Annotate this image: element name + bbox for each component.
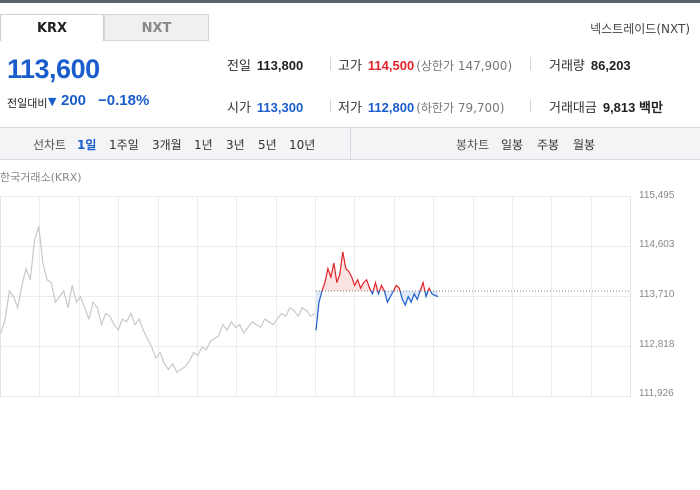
period-1y[interactable]: 1년: [194, 136, 213, 153]
stat-label: 거래량: [549, 59, 585, 74]
period-1d[interactable]: 1일: [77, 136, 96, 153]
change-value: 200: [61, 92, 87, 109]
y-tick-label: 113,710: [639, 289, 675, 300]
stat-amount: 거래대금 9,813 백만: [549, 97, 663, 116]
tab-krx[interactable]: KRX: [0, 14, 104, 41]
stat-value: 113,300: [256, 100, 304, 115]
line-chart-label: 선차트: [33, 138, 67, 152]
divider: [530, 99, 531, 112]
toolbar-divider: [350, 128, 351, 159]
stat-value: 113,800: [256, 58, 304, 73]
period-5y[interactable]: 5년: [258, 136, 277, 153]
stat-label: 고가: [338, 59, 362, 74]
divider: [330, 99, 331, 112]
stat-label: 시가: [227, 101, 251, 116]
current-price: 113,600: [7, 54, 100, 84]
stat-low: 저가 112,800 (하한가 79,700): [338, 97, 505, 116]
stat-prev-close: 전일 113,800: [227, 55, 303, 74]
stat-volume: 거래량 86,203: [549, 55, 631, 74]
stat-value: 114,500: [367, 58, 415, 73]
upper-limit: (상한가 147,900): [416, 59, 513, 73]
lower-limit: (하한가 79,700): [416, 101, 505, 115]
price-chart: [0, 196, 631, 397]
stat-value: 112,800: [367, 100, 415, 115]
stat-value: 9,813 백만: [602, 100, 663, 115]
candle-chart-label: 봉차트: [456, 138, 490, 152]
stat-label: 전일: [227, 59, 251, 74]
candle-monthly[interactable]: 월봉: [573, 136, 595, 153]
divider: [330, 57, 331, 70]
y-tick-label: 114,603: [639, 239, 675, 250]
period-3m[interactable]: 3개월: [152, 136, 182, 153]
stat-high: 고가 114,500 (상한가 147,900): [338, 55, 512, 74]
period-1w[interactable]: 1주일: [109, 136, 139, 153]
chart-toolbar: 선차트 1일 1주일 3개월 1년 3년 5년 10년 봉차트 일봉 주봉 월봉: [0, 127, 700, 160]
y-tick-label: 111,926: [639, 388, 674, 399]
stat-value: 86,203: [590, 58, 631, 73]
period-3y[interactable]: 3년: [226, 136, 245, 153]
change-label: 전일대비: [7, 97, 48, 110]
tab-nxt[interactable]: NXT: [104, 14, 209, 41]
divider: [530, 57, 531, 70]
stat-label: 거래대금: [549, 101, 597, 116]
nxt-link[interactable]: 넥스트레이드(NXT): [590, 20, 690, 37]
change-percent: −0.18%: [98, 92, 150, 109]
y-tick-label: 115,495: [639, 190, 675, 201]
stat-label: 저가: [338, 101, 362, 116]
stat-open: 시가 113,300: [227, 97, 303, 116]
y-tick-label: 112,818: [639, 339, 675, 350]
candle-daily[interactable]: 일봉: [501, 136, 523, 153]
top-border: [0, 0, 700, 3]
down-triangle-icon: ▼: [48, 95, 57, 108]
period-10y[interactable]: 10년: [289, 136, 315, 153]
candle-weekly[interactable]: 주봉: [537, 136, 559, 153]
